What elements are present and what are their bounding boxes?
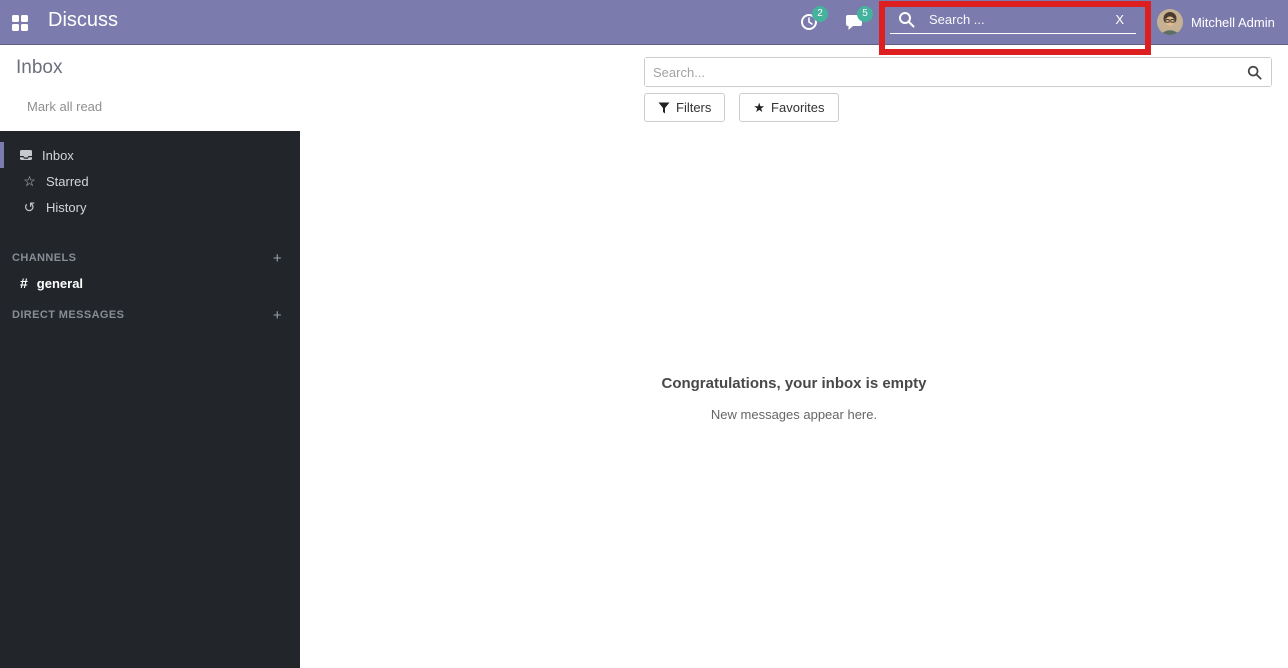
sidebar-item-inbox[interactable]: Inbox bbox=[0, 142, 300, 168]
filters-label: Filters bbox=[676, 100, 711, 115]
discuss-sidebar: Inbox ☆ Starred ↺ History CHANNELS + # g… bbox=[0, 131, 300, 668]
content-area: Inbox ☆ Starred ↺ History CHANNELS + # g… bbox=[0, 131, 1288, 668]
sidebar-item-general[interactable]: # general bbox=[0, 270, 300, 296]
apps-grid-icon bbox=[12, 15, 28, 31]
sidebar-item-label: Starred bbox=[46, 174, 89, 189]
history-icon: ↺ bbox=[22, 200, 37, 214]
filter-icon bbox=[658, 102, 670, 114]
activity-menu-button[interactable]: 2 bbox=[800, 9, 830, 37]
inbox-icon bbox=[18, 149, 33, 162]
messages-menu-button[interactable]: 5 bbox=[845, 9, 875, 37]
messages-badge: 5 bbox=[857, 6, 873, 22]
channels-section-header: CHANNELS + bbox=[0, 246, 300, 270]
sidebar-item-starred[interactable]: ☆ Starred bbox=[0, 168, 300, 194]
favorites-label: Favorites bbox=[771, 100, 824, 115]
sidebar-item-label: History bbox=[46, 200, 86, 215]
systray-search: X bbox=[890, 6, 1136, 34]
search-icon[interactable] bbox=[1247, 65, 1262, 80]
star-icon: ★ bbox=[753, 100, 765, 116]
dm-header-label: DIRECT MESSAGES bbox=[12, 309, 124, 321]
add-channel-button[interactable]: + bbox=[273, 250, 282, 267]
control-panel: Inbox Mark all read Filters ★ Favorites bbox=[0, 45, 1288, 131]
app-title[interactable]: Discuss bbox=[48, 9, 118, 32]
favorites-button[interactable]: ★ Favorites bbox=[739, 93, 838, 122]
channels-header-label: CHANNELS bbox=[12, 252, 76, 264]
search-input[interactable] bbox=[645, 58, 1271, 86]
sidebar-item-label: Inbox bbox=[42, 148, 74, 163]
dm-section-header: DIRECT MESSAGES + bbox=[0, 303, 300, 327]
user-name: Mitchell Admin bbox=[1191, 15, 1275, 30]
hash-icon: # bbox=[20, 275, 28, 291]
filters-button[interactable]: Filters bbox=[644, 93, 725, 122]
mark-all-read-button[interactable]: Mark all read bbox=[27, 99, 102, 114]
search-input-wrapper bbox=[644, 57, 1272, 87]
apps-menu-button[interactable] bbox=[8, 13, 32, 32]
add-dm-button[interactable]: + bbox=[273, 307, 282, 324]
systray-search-input[interactable] bbox=[929, 12, 1115, 27]
breadcrumb: Inbox bbox=[16, 57, 62, 79]
inbox-thread-pane: Congratulations, your inbox is empty New… bbox=[300, 131, 1288, 668]
search-icon bbox=[898, 11, 915, 28]
close-search-icon[interactable]: X bbox=[1115, 12, 1124, 27]
top-navbar: Discuss 2 5 X bbox=[0, 0, 1288, 45]
user-menu[interactable]: Mitchell Admin bbox=[1157, 9, 1275, 35]
activity-badge: 2 bbox=[812, 6, 828, 22]
sidebar-item-history[interactable]: ↺ History bbox=[0, 194, 300, 220]
avatar bbox=[1157, 9, 1183, 35]
empty-state-title: Congratulations, your inbox is empty bbox=[300, 375, 1288, 392]
star-outline-icon: ☆ bbox=[22, 174, 37, 188]
empty-state-subtitle: New messages appear here. bbox=[300, 407, 1288, 422]
channel-label: general bbox=[37, 276, 83, 291]
